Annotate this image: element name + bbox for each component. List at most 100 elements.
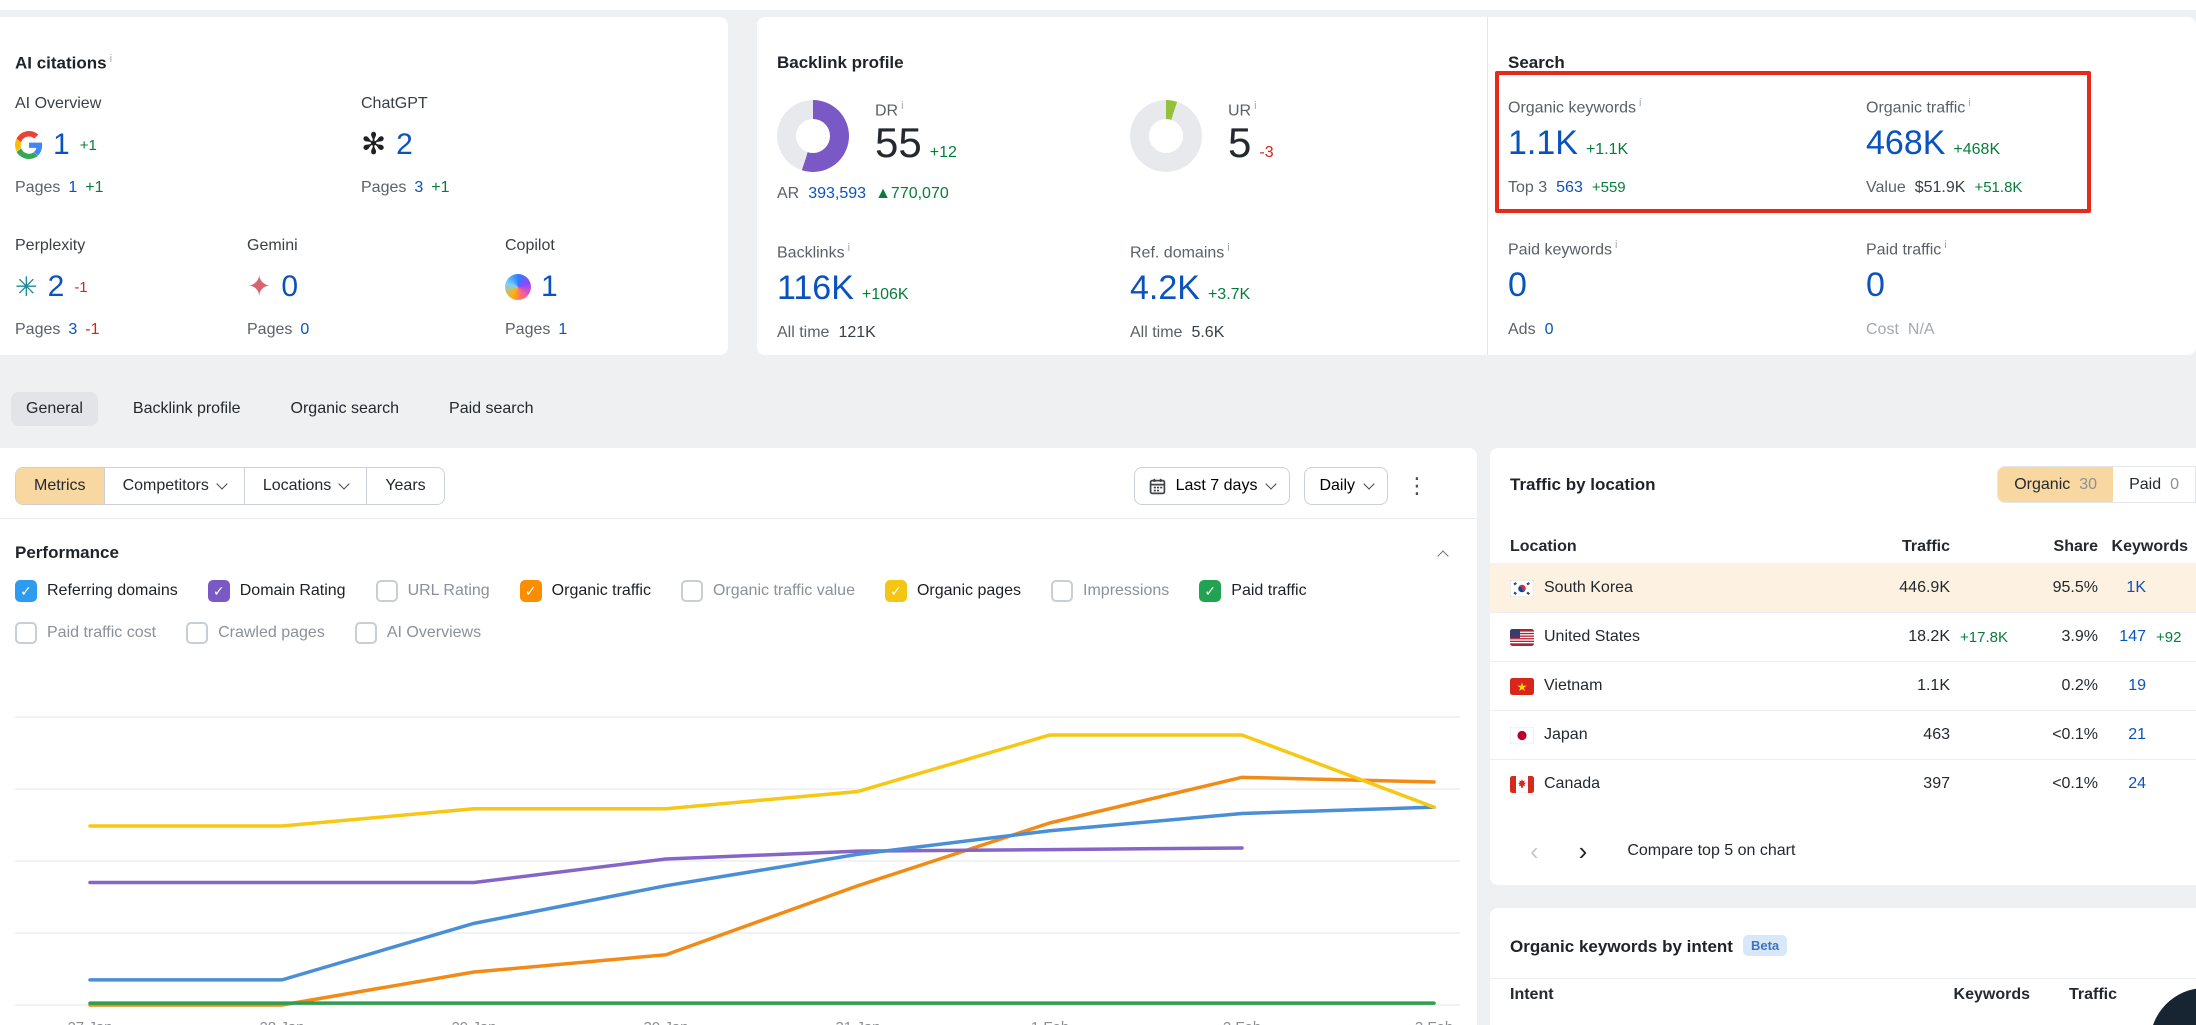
pages-count[interactable]: 0 — [300, 321, 309, 339]
filter-segment-locations[interactable]: Locations — [244, 468, 367, 504]
backlinks-alltime-label: All time — [777, 324, 829, 342]
organic-traffic-value[interactable]: 468K — [1866, 124, 1945, 162]
toggle-count: 0 — [2170, 476, 2179, 494]
backlinks-value[interactable]: 116K — [777, 269, 854, 307]
pages-count[interactable]: 1 — [558, 321, 567, 339]
tab-backlink-profile[interactable]: Backlink profile — [118, 392, 256, 426]
metric-checkbox-url-rating[interactable]: URL Rating — [376, 580, 490, 602]
collapse-chevron-icon[interactable] — [1437, 550, 1448, 561]
location-name: South Korea — [1544, 579, 1633, 597]
prev-page-icon[interactable]: ‹ — [1530, 838, 1539, 864]
ai-citation-item: Gemini✦0Pages0 — [247, 237, 477, 339]
citation-value-row: ✻2 — [361, 125, 591, 165]
paid-traffic-value[interactable]: 0 — [1866, 266, 1885, 304]
copilot-icon — [505, 274, 531, 300]
location-cell: United States — [1510, 628, 1820, 646]
citation-source-name: Perplexity — [15, 237, 245, 255]
keywords-cell[interactable]: 21 — [2098, 726, 2146, 744]
filter-segment-competitors[interactable]: Competitors — [104, 468, 244, 504]
info-icon[interactable]: i — [1254, 100, 1256, 112]
paid-traffic-stat: Paid traffici 0 CostN/A — [1866, 239, 1947, 339]
keywords-cell[interactable]: 147 — [2098, 628, 2146, 646]
pages-count[interactable]: 3 — [414, 179, 423, 197]
ref-domains-value[interactable]: 4.2K — [1130, 269, 1200, 307]
info-icon[interactable]: i — [1639, 97, 1641, 109]
x-axis-label: 29 Jan — [451, 1019, 496, 1025]
metric-checkbox-domain-rating[interactable]: ✓Domain Rating — [208, 580, 346, 602]
organic-keywords-label: Organic keywordsi — [1508, 97, 1642, 117]
metric-checkbox-impressions[interactable]: Impressions — [1051, 580, 1169, 602]
citation-count[interactable]: 2 — [48, 270, 65, 304]
pages-count[interactable]: 3 — [68, 321, 77, 339]
citation-count[interactable]: 1 — [541, 270, 558, 304]
filter-segment-years[interactable]: Years — [366, 468, 443, 504]
location-cell: South Korea — [1510, 579, 1820, 597]
info-icon[interactable]: i — [848, 242, 850, 254]
location-row[interactable]: South Korea446.9K95.5%1K — [1490, 563, 2196, 612]
info-icon[interactable]: i — [1227, 242, 1229, 254]
share-cell: 3.9% — [2012, 628, 2098, 646]
toggle-organic[interactable]: Organic30 — [1998, 467, 2113, 502]
toggle-paid[interactable]: Paid0 — [2113, 467, 2195, 502]
metric-checkbox-organic-pages[interactable]: ✓Organic pages — [885, 580, 1021, 602]
tab-paid-search[interactable]: Paid search — [434, 392, 549, 426]
metric-label: Organic traffic value — [713, 582, 855, 600]
tab-organic-search[interactable]: Organic search — [276, 392, 415, 426]
unchecked-checkbox-icon — [15, 622, 37, 644]
metric-checkbox-paid-traffic-cost[interactable]: Paid traffic cost — [15, 622, 156, 644]
location-row[interactable]: United States18.2K+17.8K3.9%147+92 — [1490, 612, 2196, 661]
metric-checkbox-paid-traffic[interactable]: ✓Paid traffic — [1199, 580, 1306, 602]
next-page-icon[interactable]: › — [1579, 838, 1588, 864]
info-icon[interactable]: i — [1968, 97, 1970, 109]
filter-segment-metrics[interactable]: Metrics — [16, 468, 104, 504]
info-icon[interactable]: i — [901, 100, 903, 112]
location-cell: Vietnam — [1510, 677, 1820, 695]
metric-label: Impressions — [1083, 582, 1169, 600]
chart-line-organic-traffic — [90, 777, 1434, 1005]
value-amount: $51.9K — [1915, 179, 1966, 197]
location-row[interactable]: Vietnam1.1K0.2%19 — [1490, 661, 2196, 710]
top3-value[interactable]: 563 — [1556, 179, 1583, 197]
keywords-cell[interactable]: 1K — [2098, 579, 2146, 597]
traffic-cell: 1.1K — [1820, 677, 1950, 695]
organic-keywords-value[interactable]: 1.1K — [1508, 124, 1578, 162]
keywords-by-intent-card: Organic keywords by intentBeta IntentKey… — [1490, 908, 2196, 1025]
info-icon[interactable]: i — [110, 53, 112, 65]
metric-checkbox-crawled-pages[interactable]: Crawled pages — [186, 622, 325, 644]
column-header-keywords: Keywords — [1910, 986, 2030, 1004]
ref-domains-label: Ref. domainsi — [1130, 242, 1250, 262]
filter-segment-label: Competitors — [123, 477, 209, 495]
pages-count[interactable]: 1 — [68, 179, 77, 197]
metric-checkbox-organic-traffic[interactable]: ✓Organic traffic — [520, 580, 651, 602]
location-row[interactable]: Japan463<0.1%21 — [1490, 710, 2196, 759]
citation-count[interactable]: 1 — [53, 128, 70, 162]
backlink-profile-section: Backlink profile DRi 55+12 AR 393,593 ▲7… — [757, 17, 1488, 355]
ur-value: 5 — [1228, 119, 1251, 166]
column-header-intent: Intent — [1510, 986, 1910, 1004]
organic-keywords-stat: Organic keywordsi 1.1K+1.1K Top 3563+559 — [1508, 97, 1642, 197]
keywords-cell[interactable]: 24 — [2098, 775, 2146, 793]
ads-value[interactable]: 0 — [1545, 321, 1554, 339]
paid-keywords-value[interactable]: 0 — [1508, 266, 1527, 304]
traffic-cell: 397 — [1820, 775, 1950, 793]
citation-count[interactable]: 2 — [396, 128, 413, 162]
date-range-button[interactable]: Last 7 days — [1134, 467, 1291, 505]
ai-citations-card: AI citationsi AI Overview1+1Pages1+1Chat… — [0, 17, 728, 355]
granularity-button[interactable]: Daily — [1304, 467, 1388, 505]
info-icon[interactable]: i — [1615, 239, 1617, 251]
citation-count[interactable]: 0 — [281, 270, 298, 304]
more-options-icon[interactable]: ⋮ — [1402, 473, 1432, 499]
pages-label: Pages — [15, 321, 60, 339]
metric-checkbox-referring-domains[interactable]: ✓Referring domains — [15, 580, 178, 602]
metric-checkbox-ai-overviews[interactable]: AI Overviews — [355, 622, 481, 644]
intent-table-header: IntentKeywordsTraffic — [1510, 986, 2117, 1004]
paid-traffic-label: Paid traffici — [1866, 239, 1947, 259]
metric-checkbox-organic-traffic-value[interactable]: Organic traffic value — [681, 580, 855, 602]
keywords-cell[interactable]: 19 — [2098, 677, 2146, 695]
tab-general[interactable]: General — [11, 392, 98, 426]
info-icon[interactable]: i — [1944, 239, 1946, 251]
keywords-by-intent-title: Organic keywords by intentBeta — [1510, 935, 1787, 957]
backlink-profile-title: Backlink profile — [777, 53, 904, 73]
ar-value[interactable]: 393,593 — [808, 185, 866, 203]
location-row[interactable]: Canada397<0.1%24 — [1490, 759, 2196, 808]
